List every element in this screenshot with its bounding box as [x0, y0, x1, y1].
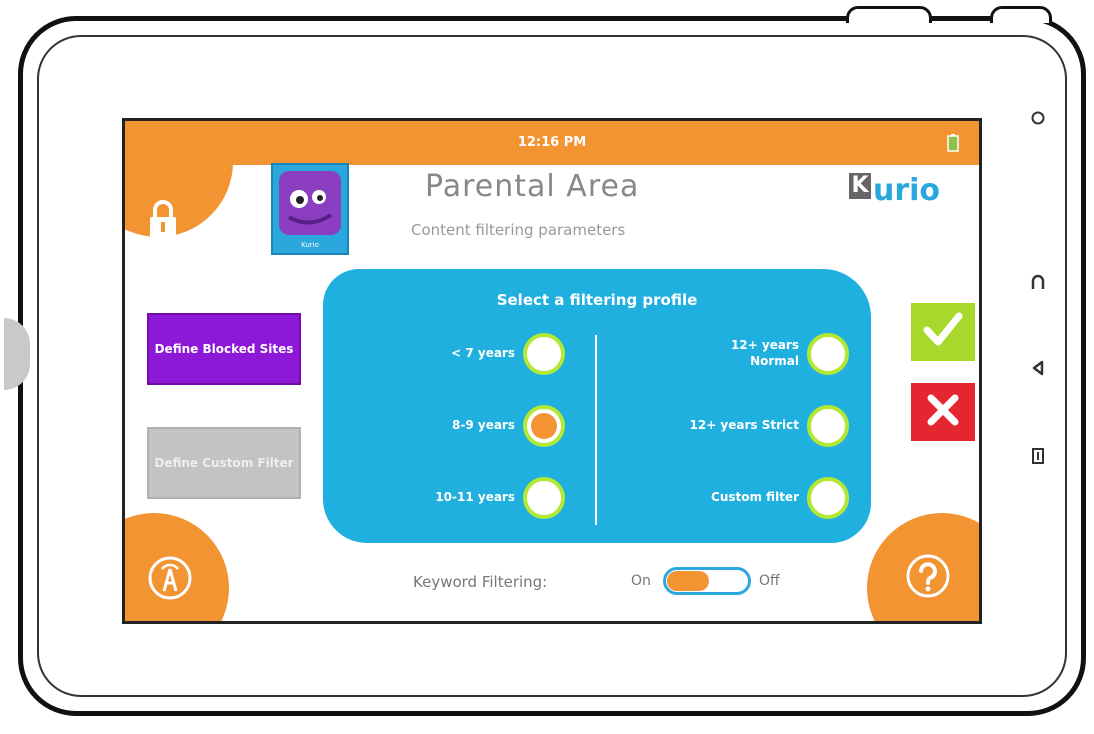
option-custom[interactable]: Custom filter — [711, 477, 849, 519]
status-bar: 12:16 PM — [125, 121, 979, 165]
option-label: 8-9 years — [452, 418, 515, 433]
radio-12-strict[interactable] — [807, 405, 849, 447]
keyword-filtering-toggle[interactable] — [663, 567, 751, 595]
option-label: 10-11 years — [435, 490, 515, 505]
help-icon[interactable] — [905, 553, 951, 599]
define-custom-filter-button[interactable]: Define Custom Filter — [147, 427, 301, 499]
define-blocked-sites-button[interactable]: Define Blocked Sites — [147, 313, 301, 385]
device-screen: 12:16 PM Kurio Parental Area Content fil… — [122, 118, 982, 624]
option-under-7[interactable]: < 7 years — [451, 333, 565, 375]
option-12-strict[interactable]: 12+ years Strict — [689, 405, 849, 447]
keyword-on-label: On — [631, 573, 651, 589]
logo-letter: K — [849, 173, 871, 199]
option-label: 12+ years Strict — [689, 418, 800, 433]
avatar-name: Kurio — [301, 241, 319, 249]
filter-profile-panel: Select a filtering profile < 7 years 8-9… — [323, 269, 871, 543]
panel-divider — [595, 335, 597, 525]
logo-text: urio — [873, 173, 941, 208]
radio-custom[interactable] — [807, 477, 849, 519]
page-subtitle: Content filtering parameters — [411, 221, 626, 239]
radio-under-7[interactable] — [523, 333, 565, 375]
avatar-icon — [279, 171, 341, 235]
option-8-9[interactable]: 8-9 years — [452, 405, 565, 447]
lock-icon[interactable] — [143, 197, 183, 241]
check-icon — [923, 312, 963, 352]
radio-10-11[interactable] — [523, 477, 565, 519]
volume-button[interactable] — [990, 6, 1052, 23]
option-10-11[interactable]: 10-11 years — [435, 477, 565, 519]
page-title: Parental Area — [425, 169, 640, 204]
option-label: < 7 years — [451, 346, 515, 361]
status-time: 12:16 PM — [517, 135, 587, 150]
radio-8-9[interactable] — [523, 405, 565, 447]
battery-icon — [947, 134, 959, 156]
option-label: Custom filter — [711, 490, 799, 505]
home-icon[interactable] — [1024, 104, 1052, 132]
option-label: 12+ years Normal — [730, 338, 799, 368]
cancel-button[interactable] — [911, 383, 975, 441]
power-button[interactable] — [846, 6, 932, 23]
headphones-icon[interactable] — [1024, 268, 1052, 296]
close-icon — [925, 392, 961, 432]
panel-title: Select a filtering profile — [496, 291, 698, 309]
recent-apps-icon[interactable] — [1024, 442, 1052, 470]
toggle-knob[interactable] — [667, 571, 709, 591]
brand-logo: Kurio — [849, 173, 940, 208]
network-icon[interactable] — [147, 555, 193, 601]
avatar[interactable]: Kurio — [271, 163, 349, 255]
radio-12-normal[interactable] — [807, 333, 849, 375]
keyword-filtering-label: Keyword Filtering: — [413, 573, 548, 591]
back-icon[interactable] — [1024, 354, 1052, 382]
option-12-normal[interactable]: 12+ years Normal — [729, 333, 849, 375]
keyword-off-label: Off — [759, 573, 780, 589]
confirm-button[interactable] — [911, 303, 975, 361]
